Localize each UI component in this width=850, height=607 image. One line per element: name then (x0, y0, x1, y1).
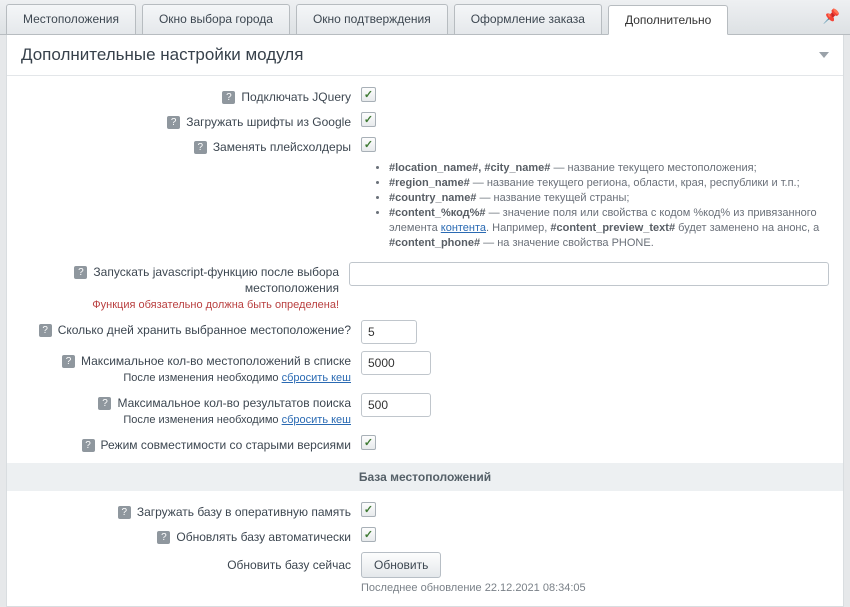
checkbox-placeholders[interactable] (361, 137, 376, 152)
settings-form: ? Подключать JQuery ? Загружать шрифты из … (7, 76, 843, 606)
clear-cache-link[interactable]: сбросить кеш (282, 414, 351, 426)
panel-header: Дополнительные настройки модуля (7, 35, 843, 76)
checkbox-compat[interactable] (361, 435, 376, 450)
tab-extra[interactable]: Дополнительно (608, 5, 728, 35)
label-google-fonts: Загружать шрифты из Google (186, 115, 351, 129)
panel-title: Дополнительные настройки модуля (21, 45, 303, 65)
input-max-list[interactable] (361, 351, 431, 375)
label-compat: Режим совместимости со старыми версиями (101, 438, 351, 452)
input-max-search[interactable] (361, 393, 431, 417)
help-icon[interactable]: ? (82, 439, 95, 452)
placeholders-help: #location_name#, #city_name# — название … (371, 161, 829, 251)
help-icon[interactable]: ? (167, 116, 180, 129)
help-icon[interactable]: ? (74, 266, 87, 279)
last-update-note: Последнее обновление 22.12.2021 08:34:05 (361, 582, 829, 594)
input-days[interactable] (361, 320, 417, 344)
help-icon[interactable]: ? (98, 397, 111, 410)
tab-locations[interactable]: Местоположения (6, 4, 136, 34)
label-days: Сколько дней хранить выбранное местополо… (58, 323, 351, 337)
content-link[interactable]: контента (441, 222, 486, 234)
update-button[interactable]: Обновить (361, 552, 441, 578)
tab-confirm[interactable]: Окно подтверждения (296, 4, 448, 34)
label-jquery: Подключать JQuery (241, 90, 351, 104)
label-placeholders: Заменять плейсхолдеры (213, 140, 351, 154)
tab-checkout[interactable]: Оформление заказа (454, 4, 602, 34)
label-max-search: Максимальное кол-во результатов поиска (117, 396, 351, 410)
tab-bar: Местоположения Окно выбора города Окно п… (0, 0, 850, 35)
label-js-func: Запускать javascript-функцию после выбор… (93, 265, 339, 295)
help-icon[interactable]: ? (194, 141, 207, 154)
label-load-db: Загружать базу в оперативную память (137, 505, 351, 519)
pin-icon[interactable]: 📌 (823, 8, 840, 25)
help-icon[interactable]: ? (62, 355, 75, 368)
help-icon[interactable]: ? (118, 506, 131, 519)
label-auto-update: Обновлять базу автоматически (176, 530, 351, 544)
help-icon[interactable]: ? (39, 324, 52, 337)
tab-city-select[interactable]: Окно выбора города (142, 4, 290, 34)
label-max-list: Максимальное кол-во местоположений в спи… (81, 354, 351, 368)
collapse-icon[interactable] (819, 52, 829, 58)
checkbox-auto-update[interactable] (361, 527, 376, 542)
input-js-func[interactable] (349, 262, 829, 286)
checkbox-jquery[interactable] (361, 87, 376, 102)
checkbox-load-db[interactable] (361, 502, 376, 517)
help-icon[interactable]: ? (157, 531, 170, 544)
help-icon[interactable]: ? (222, 91, 235, 104)
settings-panel: Дополнительные настройки модуля ? Подключ… (6, 35, 844, 607)
section-db: База местоположений (7, 463, 843, 491)
checkbox-google-fonts[interactable] (361, 112, 376, 127)
label-update-now: Обновить базу сейчас (227, 558, 351, 572)
clear-cache-link[interactable]: сбросить кеш (282, 372, 351, 384)
label-js-func-sub: Функция обязательно должна быть определе… (21, 297, 339, 313)
